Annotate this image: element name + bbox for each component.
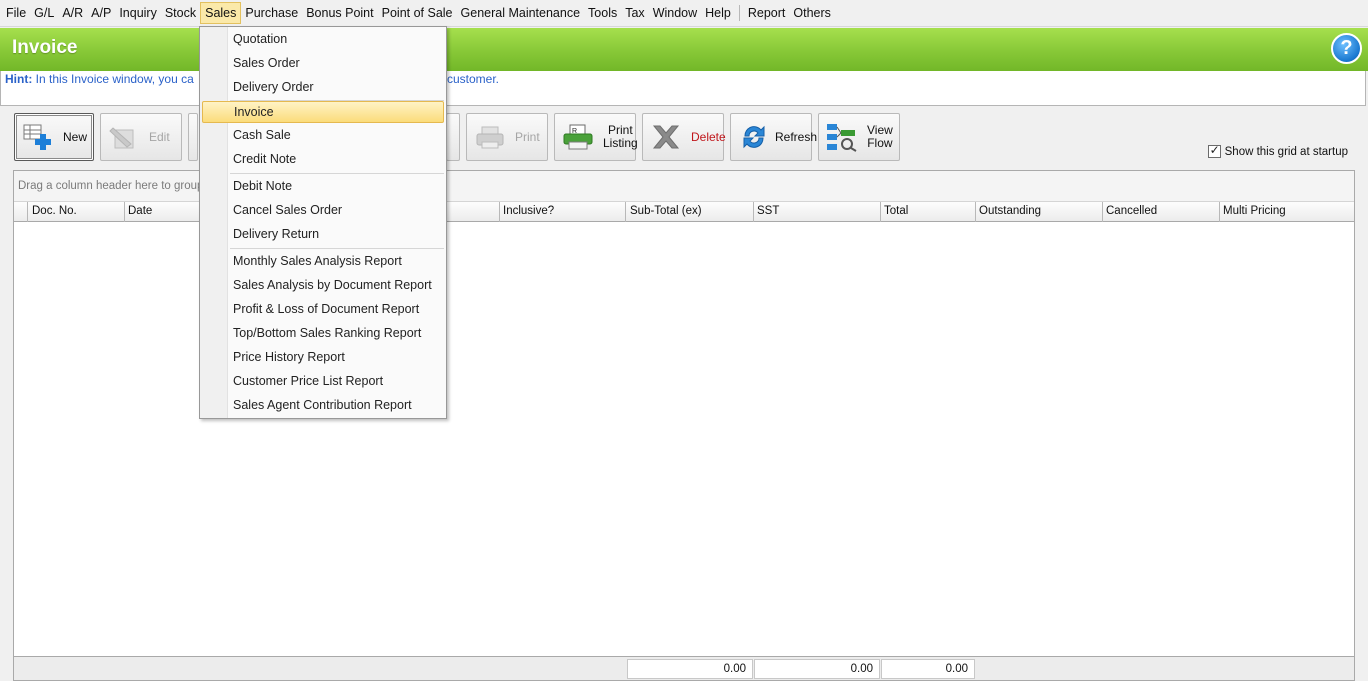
- hint-label: Hint:: [5, 72, 33, 86]
- print-button[interactable]: Print: [466, 113, 548, 161]
- view-flow-button[interactable]: View Flow: [818, 113, 900, 161]
- menu-separator: [230, 173, 444, 174]
- menu-window[interactable]: Window: [649, 2, 701, 24]
- new-button[interactable]: New: [14, 113, 94, 161]
- menu-item-sales-analysis-by-document[interactable]: Sales Analysis by Document Report: [202, 274, 444, 296]
- edit-icon: [107, 122, 141, 152]
- printer-icon: [473, 122, 507, 152]
- sales-dropdown-menu: Quotation Sales Order Delivery Order Inv…: [199, 26, 447, 419]
- print-listing-button[interactable]: R Print Listing: [554, 113, 638, 161]
- menu-item-monthly-sales-analysis[interactable]: Monthly Sales Analysis Report: [202, 250, 444, 272]
- menu-point-of-sale[interactable]: Point of Sale: [378, 2, 457, 24]
- menu-item-invoice[interactable]: Invoice: [202, 101, 444, 123]
- edit-label: Edit: [149, 129, 170, 144]
- hint-text-start: In this Invoice window, you ca: [35, 72, 194, 86]
- menu-item-cash-sale[interactable]: Cash Sale: [202, 124, 444, 146]
- print-listing-line-2: Listing: [603, 136, 638, 150]
- menu-ar[interactable]: A/R: [58, 2, 87, 24]
- menu-report[interactable]: Report: [744, 2, 790, 24]
- refresh-button[interactable]: Refresh: [730, 113, 817, 161]
- menu-stock[interactable]: Stock: [161, 2, 200, 24]
- menu-item-cancel-sales-order[interactable]: Cancel Sales Order: [202, 199, 444, 221]
- view-flow-label: View Flow: [867, 124, 893, 150]
- print-listing-line-1: Print: [608, 123, 633, 137]
- menu-ap[interactable]: A/P: [87, 2, 115, 24]
- menu-item-debit-note[interactable]: Debit Note: [202, 175, 444, 197]
- footer-sst: 0.00: [754, 659, 880, 679]
- menu-item-sales-order[interactable]: Sales Order: [202, 52, 444, 74]
- refresh-label: Refresh: [775, 129, 818, 144]
- print-listing-icon: R: [561, 122, 595, 152]
- view-flow-line-2: Flow: [867, 136, 893, 150]
- menu-purchase[interactable]: Purchase: [241, 2, 302, 24]
- delete-label: Delete: [691, 129, 726, 144]
- new-document-icon: [21, 122, 55, 152]
- menu-inquiry[interactable]: Inquiry: [115, 2, 161, 24]
- show-grid-at-startup[interactable]: Show this grid at startup: [1207, 143, 1348, 158]
- menu-separator: [738, 5, 740, 21]
- hidden-toolbar-button-2[interactable]: [446, 113, 460, 161]
- footer-subtotal: 0.00: [627, 659, 753, 679]
- menu-tax[interactable]: Tax: [621, 2, 648, 24]
- menu-item-customer-price-list[interactable]: Customer Price List Report: [202, 370, 444, 392]
- menu-others[interactable]: Others: [789, 2, 835, 24]
- menu-item-credit-note[interactable]: Credit Note: [202, 148, 444, 170]
- view-flow-icon: [825, 122, 859, 152]
- menu-item-sales-agent-contribution[interactable]: Sales Agent Contribution Report: [202, 394, 444, 416]
- menu-item-delivery-return[interactable]: Delivery Return: [202, 223, 444, 245]
- hint-text-end: customer.: [447, 72, 500, 86]
- grid-footer: 0.00 0.00 0.00: [14, 656, 1354, 680]
- help-icon[interactable]: ?: [1331, 33, 1362, 64]
- view-flow-line-1: View: [867, 123, 893, 137]
- menu-item-price-history[interactable]: Price History Report: [202, 346, 444, 368]
- menu-bonus-point[interactable]: Bonus Point: [302, 2, 377, 24]
- delete-button[interactable]: Delete: [642, 113, 726, 161]
- menu-item-top-bottom-sales-ranking[interactable]: Top/Bottom Sales Ranking Report: [202, 322, 444, 344]
- header-sst[interactable]: SST: [753, 202, 881, 222]
- menu-file[interactable]: File: [2, 2, 30, 24]
- header-multi-pricing[interactable]: Multi Pricing: [1219, 202, 1354, 222]
- menu-help[interactable]: Help: [701, 2, 735, 24]
- menu-gl[interactable]: G/L: [30, 2, 58, 24]
- menu-item-quotation[interactable]: Quotation: [202, 28, 444, 50]
- window-title: Invoice: [12, 37, 78, 58]
- startup-checkbox[interactable]: [1207, 143, 1221, 158]
- menu-item-delivery-order[interactable]: Delivery Order: [202, 76, 444, 98]
- menu-bar: File G/L A/R A/P Inquiry Stock Sales Pur…: [0, 0, 1368, 27]
- new-label: New: [63, 129, 88, 144]
- header-total[interactable]: Total: [880, 202, 976, 222]
- delete-x-icon: [649, 122, 683, 152]
- header-subtotal[interactable]: Sub-Total (ex): [626, 202, 754, 222]
- menu-tools[interactable]: Tools: [584, 2, 621, 24]
- footer-total: 0.00: [881, 659, 975, 679]
- menu-item-profit-loss-of-document[interactable]: Profit & Loss of Document Report: [202, 298, 444, 320]
- menu-general-maintenance[interactable]: General Maintenance: [457, 2, 585, 24]
- edit-button[interactable]: Edit: [100, 113, 182, 161]
- header-doc-no[interactable]: Doc. No.: [28, 202, 125, 222]
- header-outstanding[interactable]: Outstanding: [975, 202, 1103, 222]
- startup-label: Show this grid at startup: [1224, 145, 1348, 158]
- menu-separator: [230, 248, 444, 249]
- header-inclusive[interactable]: Inclusive?: [499, 202, 626, 222]
- header-cancelled[interactable]: Cancelled: [1102, 202, 1220, 222]
- refresh-icon: [737, 122, 771, 152]
- print-listing-label: Print Listing: [603, 124, 638, 150]
- print-label: Print: [515, 129, 540, 144]
- header-indicator: [14, 202, 28, 222]
- hidden-toolbar-button[interactable]: [188, 113, 198, 161]
- menu-sales[interactable]: Sales: [200, 2, 242, 24]
